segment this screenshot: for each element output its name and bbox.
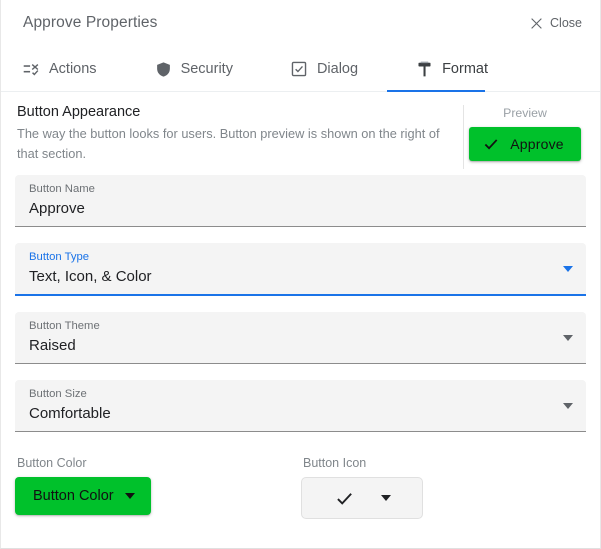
close-button[interactable]: Close (528, 12, 584, 34)
button-type-label: Button Type (29, 251, 90, 263)
tab-security[interactable]: Security (155, 46, 233, 92)
button-icon-picker[interactable] (301, 477, 423, 519)
appearance-controls-row: Button Color Button Color Button Icon (15, 448, 586, 519)
button-size-label: Button Size (29, 388, 87, 400)
tab-dialog[interactable]: Dialog (291, 46, 358, 92)
approve-properties-dialog: Approve Properties Close Actions Securit… (0, 0, 601, 549)
button-name-field[interactable]: Button Name Approve (15, 175, 586, 227)
tab-format[interactable]: Format (416, 46, 488, 92)
close-x-icon (530, 17, 543, 30)
chevron-down-icon[interactable] (563, 265, 573, 272)
tab-dialog-label: Dialog (316, 61, 359, 77)
section-description: The way the button looks for users. Butt… (17, 126, 440, 161)
dialog-titlebar: Approve Properties Close (1, 0, 600, 46)
tab-actions-label: Actions (49, 61, 97, 77)
dialog-content: Button Appearance The way the button loo… (1, 92, 600, 519)
preview-approve-button[interactable]: Approve (469, 127, 581, 161)
button-name-label: Button Name (29, 183, 95, 195)
button-icon-label: Button Icon (303, 456, 367, 470)
page-title: Approve Properties (23, 14, 158, 31)
section-title: Button Appearance (17, 104, 141, 120)
button-name-value: Approve (29, 200, 85, 217)
button-type-value: Text, Icon, & Color (29, 268, 152, 285)
tab-security-label: Security (180, 61, 233, 77)
format-paint-icon (416, 61, 433, 78)
button-icon-control: Button Icon (301, 456, 423, 519)
check-icon (334, 488, 355, 509)
preview-approve-label: Approve (510, 136, 564, 152)
preview-label: Preview (503, 106, 547, 120)
button-color-picker[interactable]: Button Color (15, 477, 151, 515)
shield-icon (155, 61, 172, 78)
chevron-down-icon (124, 493, 135, 499)
section-copy: Button Appearance The way the button loo… (15, 104, 463, 164)
tab-actions[interactable]: Actions (23, 46, 97, 92)
active-tab-indicator (387, 89, 485, 92)
chevron-down-icon (380, 495, 391, 501)
button-size-select[interactable]: Button Size Comfortable (15, 380, 586, 432)
button-color-picker-label: Button Color (33, 488, 114, 504)
tab-bar: Actions Security Dialog Format (1, 46, 600, 92)
close-button-label: Close (550, 16, 582, 30)
button-size-value: Comfortable (29, 405, 111, 422)
check-box-icon (291, 61, 308, 78)
chevron-down-icon[interactable] (563, 402, 573, 409)
tab-format-label: Format (442, 61, 488, 77)
rule-lines-check-icon (23, 61, 40, 78)
section-header: Button Appearance The way the button loo… (15, 92, 586, 175)
chevron-down-icon[interactable] (563, 334, 573, 341)
button-type-select[interactable]: Button Type Text, Icon, & Color (15, 243, 586, 296)
button-theme-label: Button Theme (29, 320, 100, 332)
button-theme-value: Raised (29, 337, 76, 354)
button-color-label: Button Color (17, 456, 87, 470)
button-theme-select[interactable]: Button Theme Raised (15, 312, 586, 364)
preview-pane: Preview Approve (464, 104, 586, 161)
button-color-control: Button Color Button Color (15, 456, 301, 515)
check-icon (482, 135, 500, 153)
